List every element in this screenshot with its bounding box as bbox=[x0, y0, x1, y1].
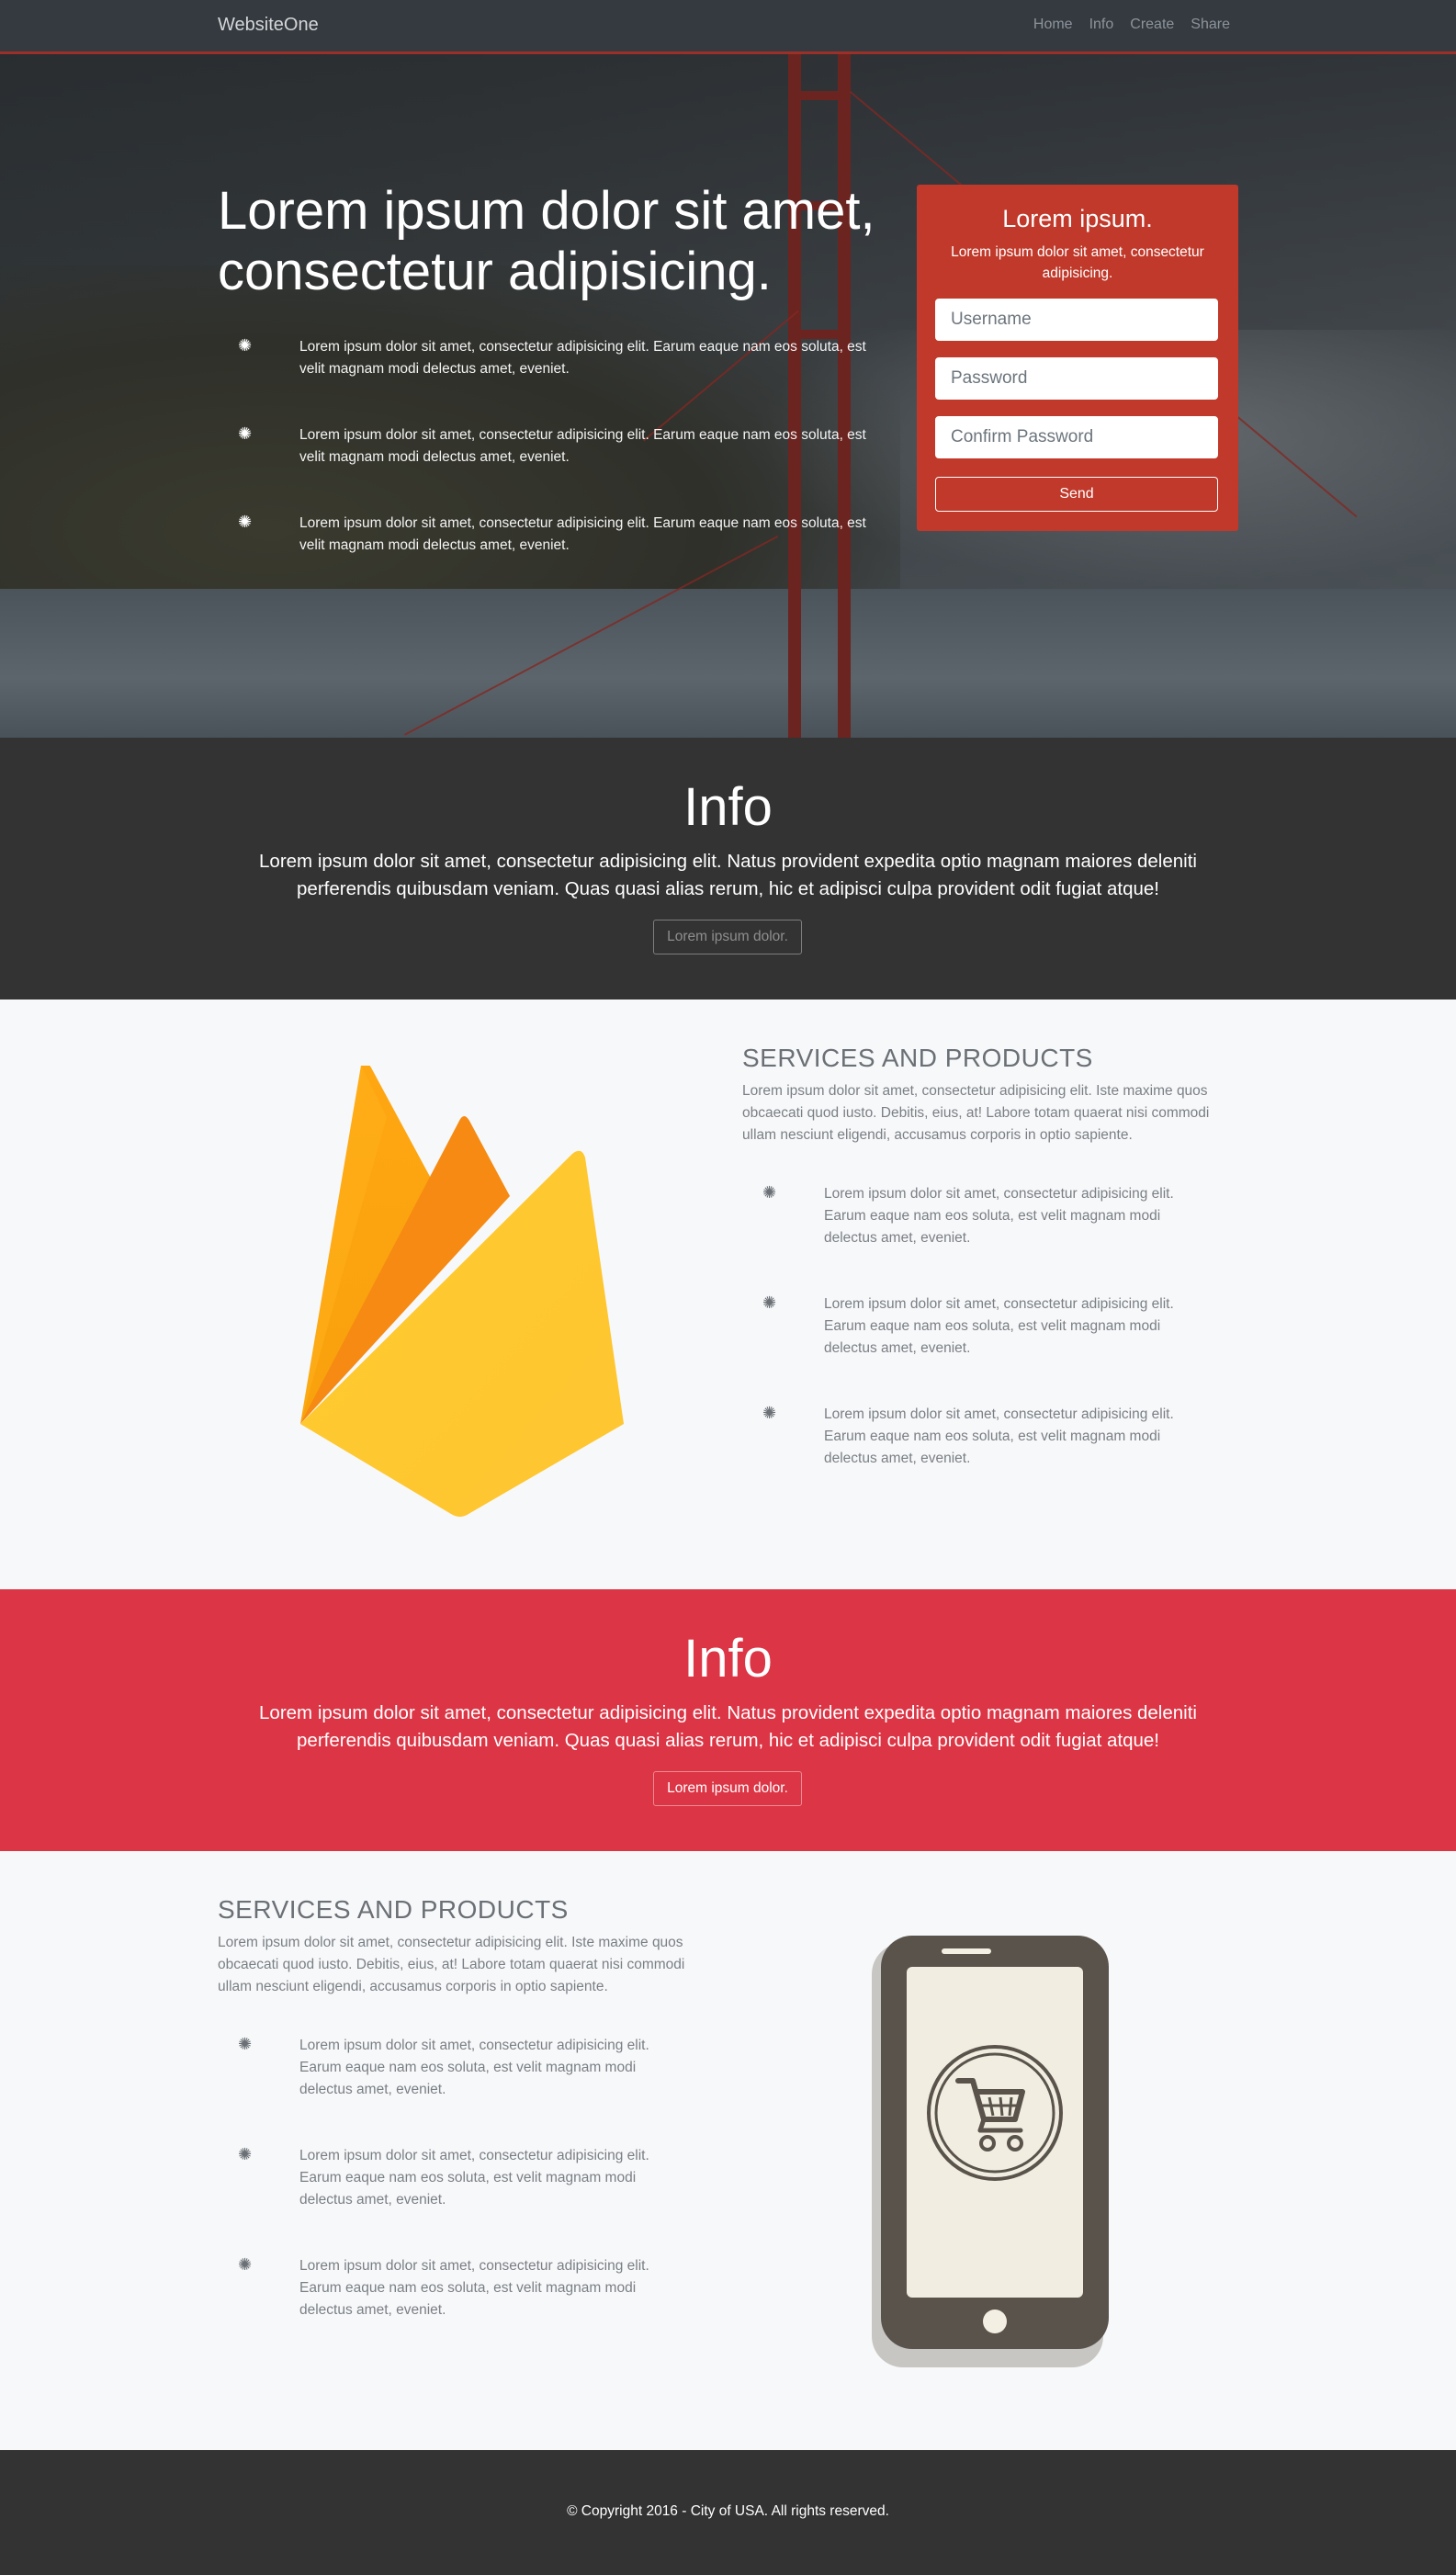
brand-logo[interactable]: WebsiteOne bbox=[218, 15, 319, 36]
service-item-text: Lorem ipsum dolor sit amet, consectetur … bbox=[824, 1406, 1174, 1466]
service-item: ✺ Lorem ipsum dolor sit amet, consectetu… bbox=[218, 2035, 705, 2101]
hero-feature-text: Lorem ipsum dolor sit amet, consectetur … bbox=[299, 339, 866, 377]
service-item-text: Lorem ipsum dolor sit amet, consectetur … bbox=[299, 2258, 649, 2318]
phone-cart-icon bbox=[872, 1936, 1109, 2367]
service-item-text: Lorem ipsum dolor sit amet, consectetur … bbox=[824, 1296, 1174, 1356]
bridge-tower-left-leg bbox=[788, 54, 801, 738]
password-input[interactable] bbox=[935, 357, 1218, 400]
hero-background-reflection bbox=[0, 589, 1456, 738]
info-text: Lorem ipsum dolor sit amet, consectetur … bbox=[259, 1702, 1197, 1751]
gear-icon: ✺ bbox=[238, 336, 253, 355]
hero-feature-text: Lorem ipsum dolor sit amet, consectetur … bbox=[299, 427, 866, 465]
bridge-tower-beam bbox=[788, 91, 851, 100]
hero-feature: ✺ Lorem ipsum dolor sit amet, consectetu… bbox=[218, 424, 879, 470]
confirm-password-input[interactable] bbox=[935, 416, 1218, 458]
hero-feature-text: Lorem ipsum dolor sit amet, consectetur … bbox=[299, 515, 866, 553]
service-item: ✺ Lorem ipsum dolor sit amet, consectetu… bbox=[742, 1293, 1229, 1360]
username-input[interactable] bbox=[935, 299, 1218, 341]
hero-title: Lorem ipsum dolor sit amet, consectetur … bbox=[218, 181, 875, 301]
gear-icon: ✺ bbox=[762, 1293, 777, 1312]
service-item-text: Lorem ipsum dolor sit amet, consectetur … bbox=[824, 1186, 1174, 1246]
services-description: Lorem ipsum dolor sit amet, consectetur … bbox=[218, 1935, 685, 1994]
service-item: ✺ Lorem ipsum dolor sit amet, consectetu… bbox=[742, 1404, 1229, 1470]
service-item: ✺ Lorem ipsum dolor sit amet, consectetu… bbox=[742, 1183, 1229, 1249]
nav-link-create[interactable]: Create bbox=[1130, 17, 1174, 33]
info-text: Lorem ipsum dolor sit amet, consectetur … bbox=[259, 851, 1197, 899]
hero-feature: ✺ Lorem ipsum dolor sit amet, consectetu… bbox=[218, 336, 879, 382]
gear-icon: ✺ bbox=[238, 2255, 253, 2274]
nav-link-share[interactable]: Share bbox=[1191, 17, 1230, 33]
service-item-text: Lorem ipsum dolor sit amet, consectetur … bbox=[299, 2038, 649, 2097]
service-item-text: Lorem ipsum dolor sit amet, consectetur … bbox=[299, 2148, 649, 2208]
gear-icon: ✺ bbox=[762, 1183, 777, 1202]
hero-feature: ✺ Lorem ipsum dolor sit amet, consectetu… bbox=[218, 513, 879, 559]
send-button[interactable]: Send bbox=[935, 477, 1218, 512]
form-subtitle: Lorem ipsum dolor sit amet, consectetur … bbox=[951, 244, 1204, 281]
nav-link-info[interactable]: Info bbox=[1089, 17, 1114, 33]
nav-links: Home Info Create Share bbox=[1033, 17, 1230, 33]
gear-icon: ✺ bbox=[238, 2145, 253, 2163]
footer-copyright: © Copyright 2016 - City of USA. All righ… bbox=[567, 2503, 889, 2519]
gear-icon: ✺ bbox=[762, 1404, 777, 1422]
form-title: Lorem ipsum. bbox=[1002, 205, 1153, 232]
service-item: ✺ Lorem ipsum dolor sit amet, consectetu… bbox=[218, 2145, 705, 2211]
info-title: Info bbox=[683, 1629, 773, 1688]
footer: © Copyright 2016 - City of USA. All righ… bbox=[0, 2450, 1456, 2575]
bridge-tower-right-leg bbox=[838, 54, 851, 738]
services-section-1: SERVICES AND PRODUCTS Lorem ipsum dolor … bbox=[0, 1000, 1456, 1589]
info-button[interactable]: Lorem ipsum dolor. bbox=[653, 1771, 802, 1806]
info-title: Info bbox=[683, 777, 773, 837]
nav-link-home[interactable]: Home bbox=[1033, 17, 1073, 33]
info-section-red: Info Lorem ipsum dolor sit amet, consect… bbox=[0, 1589, 1456, 1851]
service-item: ✺ Lorem ipsum dolor sit amet, consectetu… bbox=[218, 2255, 705, 2321]
firebase-logo-icon bbox=[300, 1066, 624, 1517]
gear-icon: ✺ bbox=[238, 513, 253, 531]
info-button[interactable]: Lorem ipsum dolor. bbox=[653, 920, 802, 954]
info-section-dark: Info Lorem ipsum dolor sit amet, consect… bbox=[0, 738, 1456, 1000]
gear-icon: ✺ bbox=[238, 2035, 253, 2053]
gear-icon: ✺ bbox=[238, 424, 253, 443]
services-title: SERVICES AND PRODUCTS bbox=[742, 1044, 1093, 1072]
signup-form: Lorem ipsum. Lorem ipsum dolor sit amet,… bbox=[917, 185, 1238, 531]
hero-section: Lorem ipsum dolor sit amet, consectetur … bbox=[0, 54, 1456, 738]
services-description: Lorem ipsum dolor sit amet, consectetur … bbox=[742, 1083, 1210, 1143]
navbar: WebsiteOne Home Info Create Share bbox=[0, 0, 1456, 54]
services-section-2: SERVICES AND PRODUCTS Lorem ipsum dolor … bbox=[0, 1851, 1456, 2450]
services-title: SERVICES AND PRODUCTS bbox=[218, 1895, 569, 1924]
